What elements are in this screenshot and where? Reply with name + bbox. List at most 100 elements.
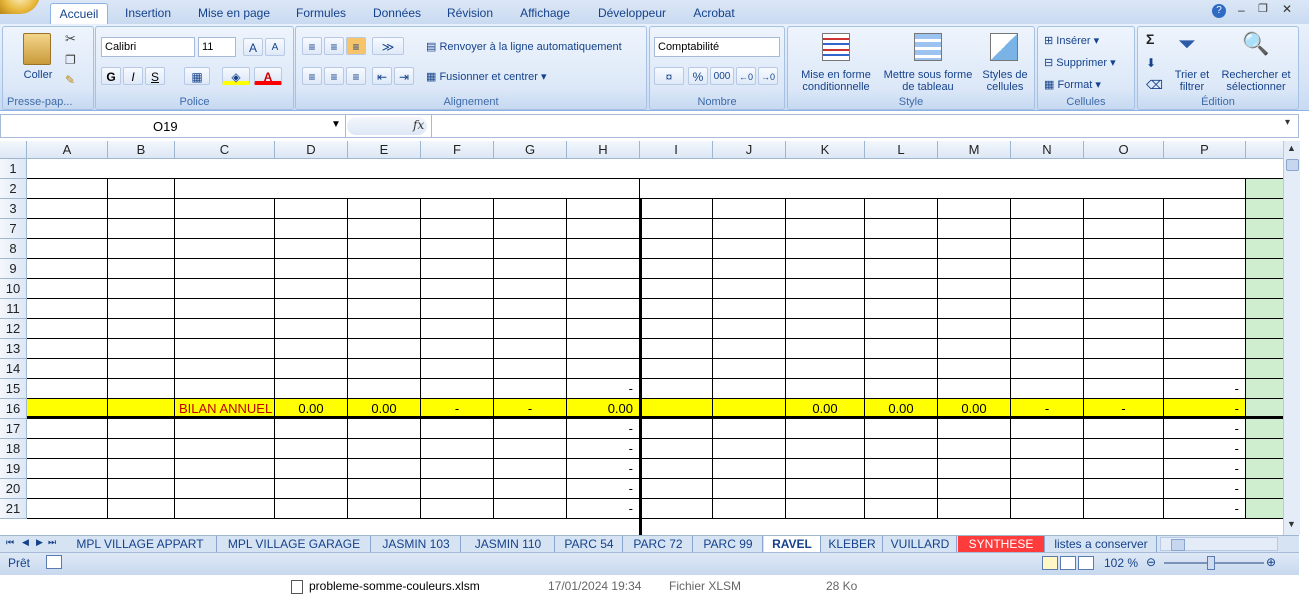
cell-e13[interactable]	[348, 339, 421, 359]
cell-l7[interactable]	[865, 219, 938, 239]
column-header-o[interactable]: O	[1084, 141, 1164, 159]
cell-m20[interactable]	[938, 479, 1011, 499]
cell-b15[interactable]	[108, 379, 175, 399]
cell-c15[interactable]	[175, 379, 275, 399]
cell-c8[interactable]	[175, 239, 275, 259]
cell-i10[interactable]	[640, 279, 713, 299]
cell-e12[interactable]	[348, 319, 421, 339]
cell-c11[interactable]	[175, 299, 275, 319]
fill-button[interactable]: ⬇	[1146, 57, 1156, 69]
sort-filter-button[interactable]: Trier et filtrer	[1170, 69, 1214, 93]
cell-a12[interactable]	[27, 319, 108, 339]
font-size-field[interactable]: 11	[198, 37, 236, 57]
format-button[interactable]: ▦ Format ▾	[1044, 79, 1132, 91]
cell-l21[interactable]	[865, 499, 938, 519]
cell-h10[interactable]	[567, 279, 640, 299]
cell-g17[interactable]	[494, 419, 567, 439]
cell-k21[interactable]	[786, 499, 865, 519]
row-header-19[interactable]: 19	[0, 459, 27, 479]
cell-d21[interactable]	[275, 499, 348, 519]
cell-h16[interactable]: 0.00	[567, 399, 640, 419]
cell-q2[interactable]	[1246, 179, 1283, 199]
row-header-8[interactable]: 8	[0, 239, 27, 259]
cell-l19[interactable]	[865, 459, 938, 479]
cell-h15[interactable]: -	[567, 379, 640, 399]
cell-j17[interactable]	[713, 419, 786, 439]
cell-n13[interactable]	[1011, 339, 1084, 359]
column-header-g[interactable]: G	[494, 141, 567, 159]
column-header-i[interactable]: I	[640, 141, 713, 159]
zoom-slider-thumb[interactable]	[1207, 556, 1215, 570]
cell-d14[interactable]	[275, 359, 348, 379]
cell-f20[interactable]	[421, 479, 494, 499]
cell-h14[interactable]	[567, 359, 640, 379]
cell-h19[interactable]: -	[567, 459, 640, 479]
cell-l10[interactable]	[865, 279, 938, 299]
cell-j20[interactable]	[713, 479, 786, 499]
scroll-thumb[interactable]	[1286, 159, 1299, 171]
cell-o11[interactable]	[1084, 299, 1164, 319]
cell-h12[interactable]	[567, 319, 640, 339]
cell-o21[interactable]	[1084, 499, 1164, 519]
cell-f12[interactable]	[421, 319, 494, 339]
cell-b18[interactable]	[108, 439, 175, 459]
fx-icon[interactable]: fx	[413, 118, 424, 132]
cell-k7[interactable]	[786, 219, 865, 239]
cell-f7[interactable]	[421, 219, 494, 239]
copy-icon[interactable]: ❐	[65, 53, 76, 67]
cell-l11[interactable]	[865, 299, 938, 319]
cell-m8[interactable]	[938, 239, 1011, 259]
percent-button[interactable]: %	[688, 67, 708, 85]
cell-f17[interactable]	[421, 419, 494, 439]
cell-e20[interactable]	[348, 479, 421, 499]
column-header-j[interactable]: J	[713, 141, 786, 159]
cell-o13[interactable]	[1084, 339, 1164, 359]
cell-q15[interactable]: 0	[1246, 379, 1283, 399]
cell-j12[interactable]	[713, 319, 786, 339]
header-b[interactable]	[108, 199, 175, 219]
cell-a14[interactable]	[27, 359, 108, 379]
cell-n19[interactable]	[1011, 459, 1084, 479]
header-d[interactable]	[275, 199, 348, 219]
cell-p21[interactable]: -	[1164, 499, 1246, 519]
borders-button[interactable]: ▦	[184, 67, 210, 85]
cell-o19[interactable]	[1084, 459, 1164, 479]
cell-p19[interactable]: -	[1164, 459, 1246, 479]
cell-g7[interactable]	[494, 219, 567, 239]
cell-d10[interactable]	[275, 279, 348, 299]
section-sommes-dues[interactable]	[175, 179, 640, 199]
cell-n18[interactable]	[1011, 439, 1084, 459]
row-header-13[interactable]: 13	[0, 339, 27, 359]
cell-q18[interactable]: 0	[1246, 439, 1283, 459]
cell-k17[interactable]	[786, 419, 865, 439]
cell-g15[interactable]	[494, 379, 567, 399]
cell-h17[interactable]: -	[567, 419, 640, 439]
cell-q10[interactable]	[1246, 279, 1283, 299]
cell-k16[interactable]: 0.00	[786, 399, 865, 419]
decrease-indent-button[interactable]: ⇤	[372, 67, 392, 85]
sheet-nav-last-icon[interactable]: ⏭	[48, 537, 56, 548]
cell-q20[interactable]: 0	[1246, 479, 1283, 499]
cell-k8[interactable]	[786, 239, 865, 259]
cell-f8[interactable]	[421, 239, 494, 259]
cell-b17[interactable]	[108, 419, 175, 439]
cell-b21[interactable]	[108, 499, 175, 519]
bold-button[interactable]: G	[101, 67, 121, 85]
row-header-7[interactable]: 7	[0, 219, 27, 239]
cell-b14[interactable]	[108, 359, 175, 379]
sheet-tab-jasmin-103[interactable]: JASMIN 103	[372, 536, 461, 552]
cell-l15[interactable]	[865, 379, 938, 399]
cell-styles-button[interactable]: Styles de cellules	[978, 69, 1032, 93]
column-header-d[interactable]: D	[275, 141, 348, 159]
cell-a10[interactable]	[27, 279, 108, 299]
cell-p18[interactable]: -	[1164, 439, 1246, 459]
align-middle-button[interactable]: ≡	[324, 37, 344, 55]
cell-p10[interactable]	[1164, 279, 1246, 299]
tab-mise-en-page[interactable]: Mise en page	[194, 3, 274, 23]
column-header-l[interactable]: L	[865, 141, 938, 159]
cell-b13[interactable]	[108, 339, 175, 359]
align-center-button[interactable]: ≡	[324, 67, 344, 85]
cell-i7[interactable]	[640, 219, 713, 239]
cell-g12[interactable]	[494, 319, 567, 339]
cell-f18[interactable]	[421, 439, 494, 459]
